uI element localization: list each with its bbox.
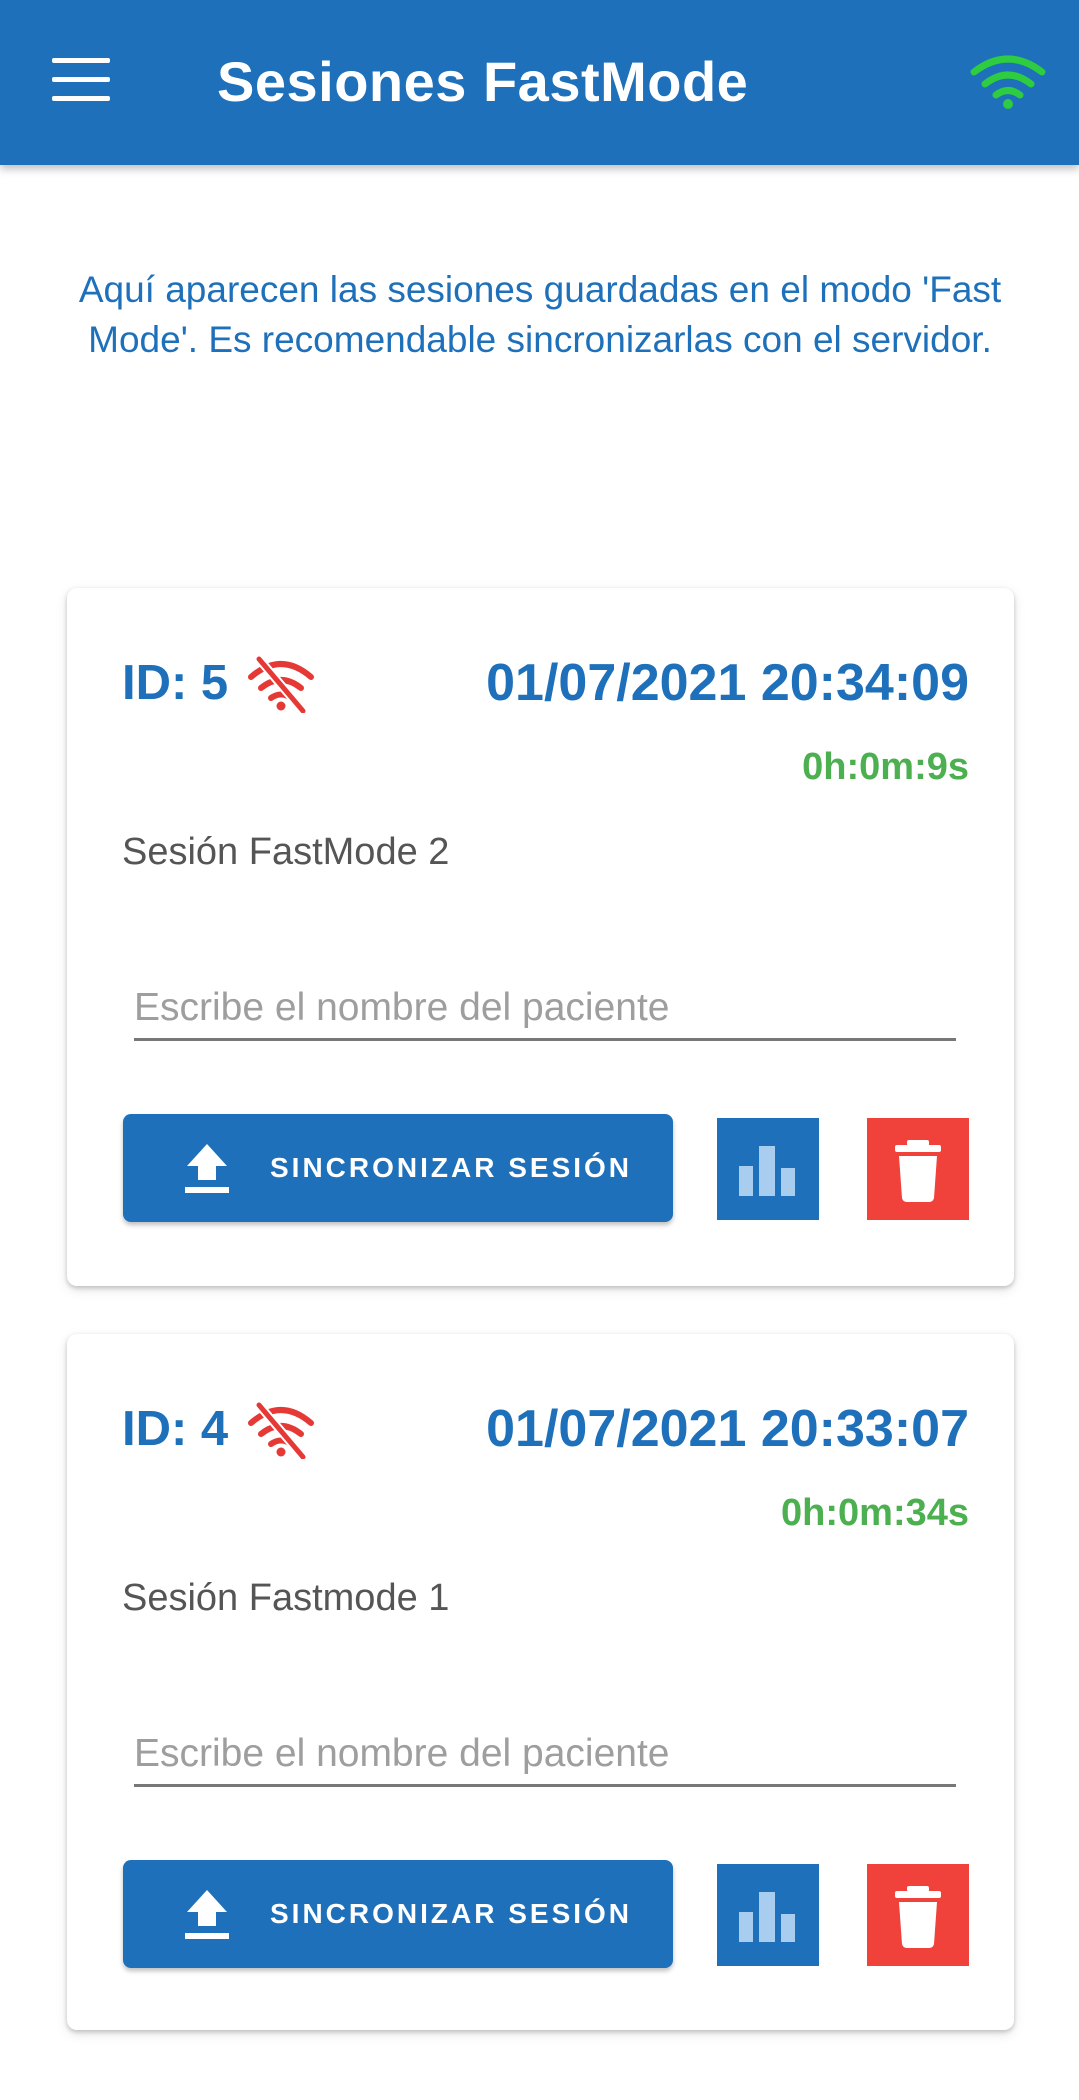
patient-name-input[interactable] xyxy=(134,1729,956,1787)
upload-icon xyxy=(185,1144,229,1193)
stats-button[interactable] xyxy=(717,1864,819,1966)
sync-session-label: SINCRONIZAR SESIÓN xyxy=(270,1152,633,1183)
wifi-icon xyxy=(970,55,1046,109)
patient-name-input[interactable] xyxy=(134,983,956,1041)
delete-button[interactable] xyxy=(867,1864,969,1966)
sync-session-button[interactable]: SINCRONIZAR SESIÓN xyxy=(123,1114,673,1222)
session-card: ID: 4 01/07/2021 20:33:07 0h:0m:34s Sesi… xyxy=(67,1334,1014,2030)
page-title: Sesiones FastMode xyxy=(217,50,749,113)
wifi-off-icon xyxy=(248,655,314,713)
session-name: Sesión Fastmode 1 xyxy=(122,1577,450,1619)
wifi-off-icon xyxy=(248,1401,314,1459)
session-id: ID: 4 xyxy=(122,1402,229,1456)
session-id: ID: 5 xyxy=(122,656,229,710)
session-datetime: 01/07/2021 20:33:07 xyxy=(486,1400,969,1458)
trash-icon xyxy=(895,1140,941,1202)
bar-chart-icon xyxy=(739,1892,795,1942)
session-card: ID: 5 01/07/2021 20:34:09 0h:0m:9s Sesió… xyxy=(67,588,1014,1286)
bar-chart-icon xyxy=(739,1146,795,1196)
menu-icon[interactable] xyxy=(52,58,114,102)
session-duration: 0h:0m:34s xyxy=(781,1492,969,1534)
app-bar: Sesiones FastMode xyxy=(0,0,1079,165)
sync-session-label: SINCRONIZAR SESIÓN xyxy=(270,1898,633,1929)
stats-button[interactable] xyxy=(717,1118,819,1220)
delete-button[interactable] xyxy=(867,1118,969,1220)
session-datetime: 01/07/2021 20:34:09 xyxy=(486,654,969,712)
sync-session-button[interactable]: SINCRONIZAR SESIÓN xyxy=(123,1860,673,1968)
session-duration: 0h:0m:9s xyxy=(802,746,969,788)
upload-icon xyxy=(185,1890,229,1939)
trash-icon xyxy=(895,1886,941,1948)
session-name: Sesión FastMode 2 xyxy=(122,831,450,873)
intro-text: Aquí aparecen las sesiones guardadas en … xyxy=(78,269,1002,360)
